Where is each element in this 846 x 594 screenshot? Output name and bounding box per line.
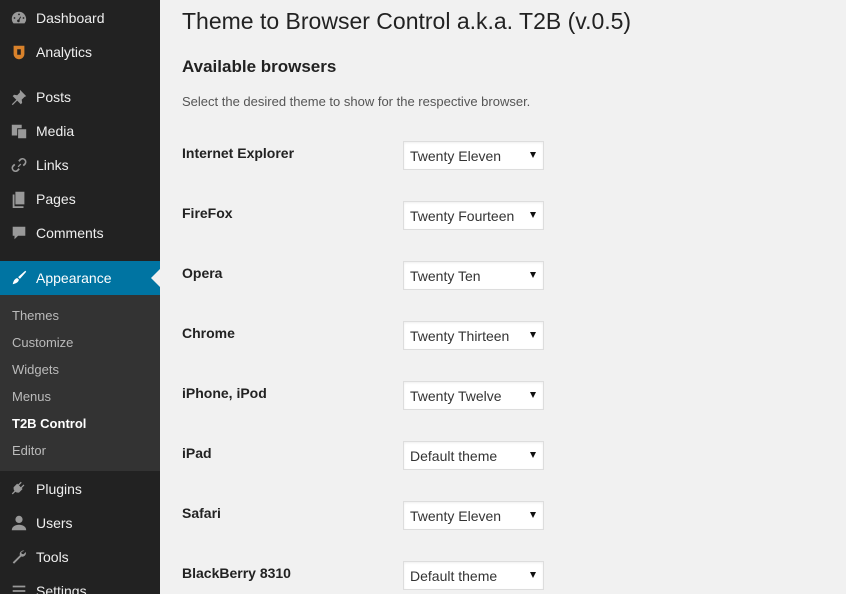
admin-sidebar: Dashboard Analytics Posts Media Links Pa… xyxy=(0,0,160,594)
theme-select-value: Twenty Ten xyxy=(410,268,481,284)
browser-label: Chrome xyxy=(182,325,235,341)
theme-select-value: Default theme xyxy=(410,568,498,584)
chevron-down-icon xyxy=(530,272,536,278)
browser-label: FireFox xyxy=(182,205,233,221)
analytics-icon xyxy=(0,43,36,61)
menu-media[interactable]: Media xyxy=(0,114,160,148)
menu-label: Pages xyxy=(36,191,76,207)
chevron-down-icon xyxy=(530,512,536,518)
user-icon xyxy=(0,514,36,532)
settings-icon xyxy=(0,582,36,594)
theme-select-value: Twenty Eleven xyxy=(410,508,502,524)
chevron-down-icon xyxy=(530,392,536,398)
menu-links[interactable]: Links xyxy=(0,148,160,182)
page-title: Theme to Browser Control a.k.a. T2B (v.0… xyxy=(182,8,632,34)
media-icon xyxy=(0,122,36,140)
chevron-down-icon xyxy=(530,152,536,158)
section-description: Select the desired theme to show for the… xyxy=(182,94,531,109)
menu-plugins[interactable]: Plugins xyxy=(0,472,160,506)
menu-appearance[interactable]: Appearance xyxy=(0,261,160,295)
browser-row-iphone-ipod: iPhone, iPod Twenty Twelve xyxy=(182,381,782,411)
menu-label: Settings xyxy=(36,583,87,594)
menu-label: Posts xyxy=(36,89,72,105)
menu-label: Comments xyxy=(36,225,104,241)
menu-label: Tools xyxy=(36,549,69,565)
section-title: Available browsers xyxy=(182,57,337,76)
menu-comments[interactable]: Comments xyxy=(0,216,160,250)
browser-row-ipad: iPad Default theme xyxy=(182,441,782,471)
theme-select-safari[interactable]: Twenty Eleven xyxy=(403,501,544,530)
theme-select-value: Twenty Fourteen xyxy=(410,208,515,224)
dashboard-icon xyxy=(0,9,36,27)
browser-label: iPhone, iPod xyxy=(182,385,267,401)
menu-label: Links xyxy=(36,157,69,173)
menu-dashboard[interactable]: Dashboard xyxy=(0,1,160,35)
menu-analytics[interactable]: Analytics xyxy=(0,35,160,69)
theme-select-internet-explorer[interactable]: Twenty Eleven xyxy=(403,141,544,170)
theme-select-value: Twenty Twelve xyxy=(410,388,502,404)
browser-label: Safari xyxy=(182,505,221,521)
submenu-customize[interactable]: Customize xyxy=(0,329,160,356)
browser-label: Opera xyxy=(182,265,223,281)
chevron-down-icon xyxy=(530,212,536,218)
menu-label: Plugins xyxy=(36,481,82,497)
menu-label: Users xyxy=(36,515,73,531)
menu-label: Analytics xyxy=(36,44,93,60)
comment-icon xyxy=(0,224,36,242)
submenu-menus[interactable]: Menus xyxy=(0,383,160,410)
menu-settings[interactable]: Settings xyxy=(0,574,160,594)
theme-select-iphone-ipod[interactable]: Twenty Twelve xyxy=(403,381,544,410)
menu-users[interactable]: Users xyxy=(0,506,160,540)
theme-select-opera[interactable]: Twenty Ten xyxy=(403,261,544,290)
theme-select-ipad[interactable]: Default theme xyxy=(403,441,544,470)
theme-select-value: Twenty Thirteen xyxy=(410,328,510,344)
browser-row-firefox: FireFox Twenty Fourteen xyxy=(182,201,782,231)
wrench-icon xyxy=(0,548,36,566)
menu-tools[interactable]: Tools xyxy=(0,540,160,574)
theme-select-firefox[interactable]: Twenty Fourteen xyxy=(403,201,544,230)
submenu-t2b-control[interactable]: T2B Control xyxy=(0,410,160,437)
link-icon xyxy=(0,156,36,174)
browser-label: Internet Explorer xyxy=(182,145,295,161)
menu-label: Dashboard xyxy=(36,10,105,26)
plugin-icon xyxy=(0,480,36,498)
browser-row-blackberry-8310: BlackBerry 8310 Default theme xyxy=(182,561,782,591)
current-menu-arrow xyxy=(151,269,160,287)
pages-icon xyxy=(0,190,36,208)
chevron-down-icon xyxy=(530,332,536,338)
browser-row-safari: Safari Twenty Eleven xyxy=(182,501,782,531)
paintbrush-icon xyxy=(0,269,36,287)
browser-label: iPad xyxy=(182,445,212,461)
browser-row-opera: Opera Twenty Ten xyxy=(182,261,782,291)
theme-select-value: Twenty Eleven xyxy=(410,148,502,164)
menu-posts[interactable]: Posts xyxy=(0,80,160,114)
theme-select-value: Default theme xyxy=(410,448,498,464)
appearance-submenu: Themes Customize Widgets Menus T2B Contr… xyxy=(0,295,160,471)
pushpin-icon xyxy=(0,88,36,106)
submenu-themes[interactable]: Themes xyxy=(0,302,160,329)
menu-pages[interactable]: Pages xyxy=(0,182,160,216)
browser-label: BlackBerry 8310 xyxy=(182,565,291,581)
chevron-down-icon xyxy=(530,572,536,578)
menu-label: Media xyxy=(36,123,75,139)
browser-row-chrome: Chrome Twenty Thirteen xyxy=(182,321,782,351)
submenu-widgets[interactable]: Widgets xyxy=(0,356,160,383)
theme-select-chrome[interactable]: Twenty Thirteen xyxy=(403,321,544,350)
menu-label: Appearance xyxy=(36,270,112,286)
submenu-editor[interactable]: Editor xyxy=(0,437,160,464)
theme-select-blackberry-8310[interactable]: Default theme xyxy=(403,561,544,590)
browser-row-internet-explorer: Internet Explorer Twenty Eleven xyxy=(182,141,782,171)
chevron-down-icon xyxy=(530,452,536,458)
